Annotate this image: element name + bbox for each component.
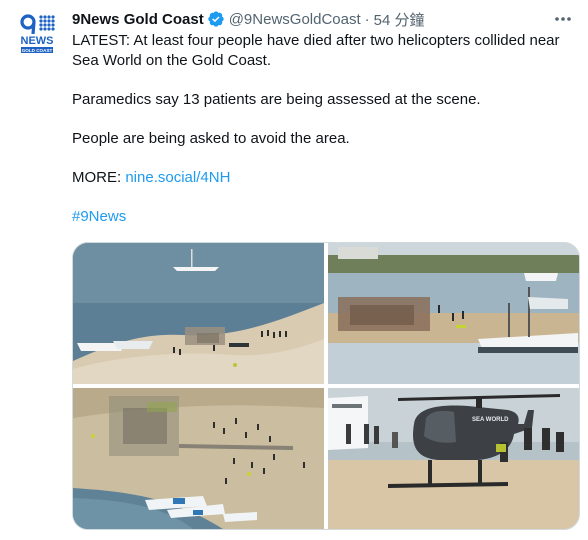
avatar[interactable]: NEWS GOLD COAST — [16, 12, 58, 54]
timestamp[interactable]: 54 分鐘 — [374, 9, 425, 30]
photo-aerial-crowd[interactable] — [73, 388, 324, 529]
more-prefix: MORE: — [72, 169, 126, 186]
verified-badge-icon — [208, 11, 224, 27]
author-name[interactable]: 9News Gold Coast — [72, 11, 204, 28]
tweet-paragraph: Paramedics say 13 patients are being ass… — [72, 91, 481, 108]
photo-wreck-shoreline[interactable] — [328, 243, 579, 384]
tweet-paragraph: People are being asked to avoid the area… — [72, 130, 350, 147]
photo-landed-helicopter-image: SEA WORLD — [328, 388, 579, 529]
tweet-header: 9News Gold Coast @9NewsGoldCoast · 54 分鐘 — [72, 9, 425, 29]
author-handle[interactable]: @9NewsGoldCoast — [229, 11, 361, 28]
more-link[interactable]: nine.social/4NH — [125, 169, 230, 186]
more-options-icon — [555, 17, 571, 21]
more-options-button[interactable] — [552, 8, 574, 30]
tweet: NEWS GOLD COAST 9News Gold Coast @9NewsG… — [0, 0, 588, 540]
tweet-more-line: MORE: nine.social/4NH — [72, 168, 572, 188]
hashtag-line: #9News — [72, 207, 572, 227]
photo-aerial-sandbar[interactable] — [73, 243, 324, 384]
tweet-text: LATEST: At least four people have died a… — [72, 31, 572, 246]
avatar-9news-logo: NEWS GOLD COAST — [16, 12, 58, 54]
photo-wreck-shoreline-image — [328, 243, 579, 384]
photo-aerial-sandbar-image — [73, 243, 324, 384]
separator-dot: · — [364, 10, 370, 28]
tweet-paragraph: LATEST: At least four people have died a… — [72, 32, 560, 69]
media-grid: SEA WORLD — [72, 242, 580, 530]
photo-aerial-crowd-image — [73, 388, 324, 529]
helicopter-livery-text: SEA WORLD — [472, 417, 509, 423]
hashtag-link[interactable]: #9News — [72, 208, 126, 225]
svg-text:NEWS: NEWS — [21, 35, 54, 47]
photo-landed-helicopter[interactable]: SEA WORLD — [328, 388, 579, 529]
svg-text:GOLD COAST: GOLD COAST — [22, 48, 53, 53]
